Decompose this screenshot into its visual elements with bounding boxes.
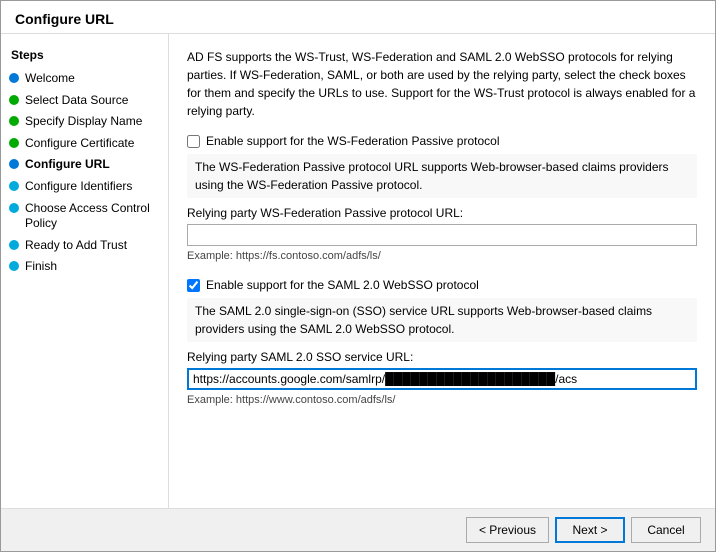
sidebar-item-label: Configure Certificate (25, 136, 158, 152)
saml-url-input[interactable] (187, 368, 697, 390)
saml-checkbox-label[interactable]: Enable support for the SAML 2.0 WebSSO p… (206, 278, 479, 292)
dot-icon (9, 240, 19, 250)
cancel-button[interactable]: Cancel (631, 517, 701, 543)
sidebar-item-configure-certificate[interactable]: Configure Certificate (1, 133, 168, 155)
sidebar: Steps Welcome Select Data Source Specify… (1, 34, 169, 508)
saml-checkbox[interactable] (187, 279, 200, 292)
previous-button[interactable]: < Previous (466, 517, 549, 543)
sidebar-item-choose-access-control-policy[interactable]: Choose Access Control Policy (1, 198, 168, 235)
ws-federation-url-input[interactable] (187, 224, 697, 246)
sidebar-item-label: Choose Access Control Policy (25, 201, 158, 232)
sidebar-item-label: Select Data Source (25, 93, 158, 109)
sidebar-item-select-data-source[interactable]: Select Data Source (1, 90, 168, 112)
steps-heading: Steps (1, 44, 168, 68)
sidebar-item-label: Finish (25, 259, 158, 275)
sidebar-item-finish[interactable]: Finish (1, 256, 168, 278)
ws-federation-description: The WS-Federation Passive protocol URL s… (187, 154, 697, 198)
sidebar-item-configure-identifiers[interactable]: Configure Identifiers (1, 176, 168, 198)
sidebar-item-ready-to-add-trust[interactable]: Ready to Add Trust (1, 235, 168, 257)
dialog-body: Steps Welcome Select Data Source Specify… (1, 34, 715, 508)
sidebar-item-label: Welcome (25, 71, 158, 87)
ws-federation-checkbox[interactable] (187, 135, 200, 148)
saml-section: Enable support for the SAML 2.0 WebSSO p… (187, 278, 697, 406)
sidebar-item-label: Ready to Add Trust (25, 238, 158, 254)
ws-federation-checkbox-row: Enable support for the WS-Federation Pas… (187, 134, 697, 148)
next-button[interactable]: Next > (555, 517, 625, 543)
intro-text: AD FS supports the WS-Trust, WS-Federati… (187, 48, 697, 120)
ws-federation-checkbox-label[interactable]: Enable support for the WS-Federation Pas… (206, 134, 499, 148)
dot-icon (9, 116, 19, 126)
saml-description: The SAML 2.0 single-sign-on (SSO) servic… (187, 298, 697, 342)
saml-url-input-wrapper (187, 368, 697, 390)
dot-icon (9, 73, 19, 83)
dot-icon (9, 138, 19, 148)
dot-icon (9, 95, 19, 105)
sidebar-item-configure-url[interactable]: Configure URL (1, 154, 168, 176)
dialog-title: Configure URL (1, 1, 715, 34)
dot-icon (9, 261, 19, 271)
saml-checkbox-row: Enable support for the SAML 2.0 WebSSO p… (187, 278, 697, 292)
sidebar-item-label: Configure Identifiers (25, 179, 158, 195)
dot-icon (9, 159, 19, 169)
saml-example: Example: https://www.contoso.com/adfs/ls… (187, 394, 697, 406)
main-content: AD FS supports the WS-Trust, WS-Federati… (169, 34, 715, 508)
sidebar-item-label: Specify Display Name (25, 114, 158, 130)
configure-url-dialog: Configure URL Steps Welcome Select Data … (0, 0, 716, 552)
ws-federation-example: Example: https://fs.contoso.com/adfs/ls/ (187, 250, 697, 262)
ws-federation-section: Enable support for the WS-Federation Pas… (187, 134, 697, 262)
dot-icon (9, 181, 19, 191)
dialog-footer: < Previous Next > Cancel (1, 508, 715, 551)
sidebar-item-welcome[interactable]: Welcome (1, 68, 168, 90)
ws-federation-field-label: Relying party WS-Federation Passive prot… (187, 206, 697, 220)
saml-field-label: Relying party SAML 2.0 SSO service URL: (187, 350, 697, 364)
sidebar-item-label: Configure URL (25, 157, 158, 173)
sidebar-item-specify-display-name[interactable]: Specify Display Name (1, 111, 168, 133)
dot-icon (9, 203, 19, 213)
